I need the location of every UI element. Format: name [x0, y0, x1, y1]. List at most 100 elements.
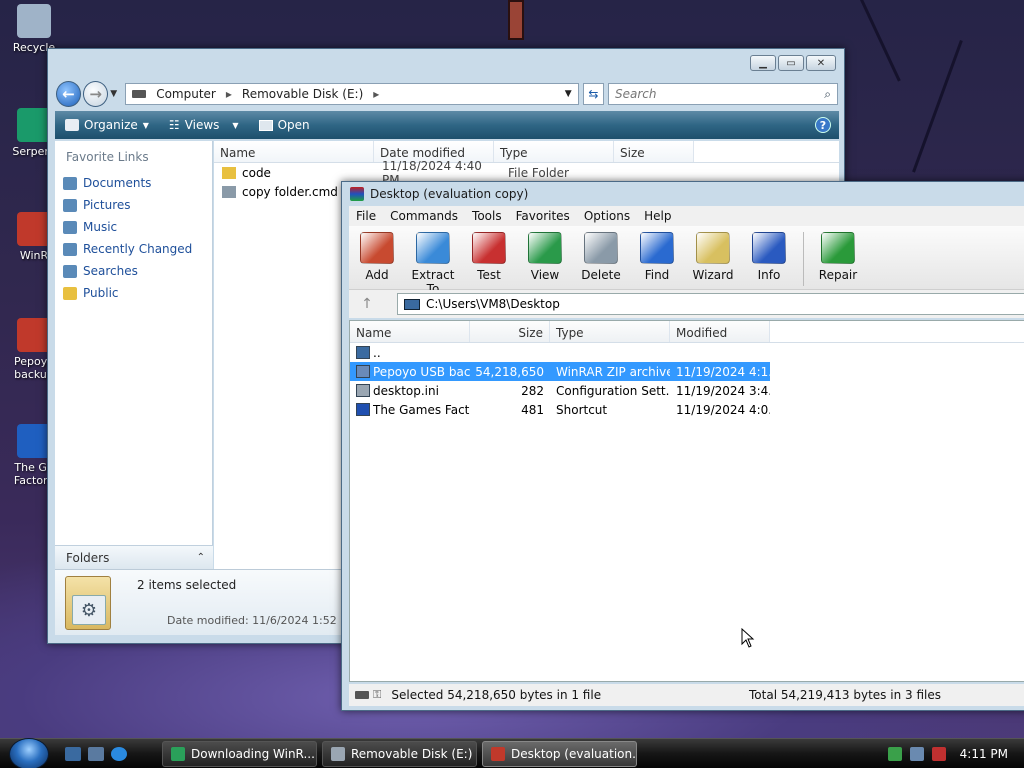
search-input[interactable]: Search ⌕ [607, 83, 838, 105]
path-input[interactable]: C:\Users\VM8\Desktop [397, 293, 1024, 315]
add-button[interactable]: Add [349, 232, 405, 282]
find-button[interactable]: Find [629, 232, 685, 282]
organize-button[interactable]: Organize ▼ [55, 118, 159, 132]
row-size: 54,218,650 [475, 364, 544, 379]
winrar-window[interactable]: Desktop (evaluation copy) File Commands To… [341, 181, 1024, 711]
row-type: Shortcut [556, 402, 608, 417]
favorite-link[interactable]: Music [63, 216, 212, 238]
help-icon[interactable]: ? [815, 117, 831, 133]
archive-row[interactable]: .. [350, 343, 1024, 362]
key-icon: ⚿ [373, 688, 382, 701]
taskbar-button[interactable]: Desktop (evaluation... [482, 741, 637, 767]
switch-windows-icon[interactable] [88, 747, 104, 761]
recent-pages-icon[interactable]: ▼ [110, 89, 117, 99]
open-button[interactable]: Open [249, 118, 320, 132]
minimize-button[interactable]: ▁ [750, 55, 776, 71]
views-button[interactable]: ☷ Views ▼ [159, 118, 249, 132]
archive-row[interactable]: The Games Fact... 481 Shortcut 11/19/2024 4… [350, 400, 1024, 419]
column-type[interactable]: Type [494, 141, 614, 162]
back-button[interactable]: ← [56, 81, 82, 107]
wallpaper-pole [508, 0, 524, 40]
refresh-button[interactable]: ⇆ [582, 83, 604, 105]
column-modified[interactable]: Modified [670, 321, 770, 342]
file-row[interactable]: code 11/18/2024 4:40 PM File Folder [214, 159, 839, 187]
toolbar: Add Extract To Test View Delete Find Wizard Inf… [349, 226, 1024, 296]
volume-muted-icon[interactable] [931, 747, 946, 761]
row-cells: desktop.ini 282 Configuration Sett... 11/19… [350, 381, 770, 400]
column-size[interactable]: Size [614, 141, 694, 162]
favorite-link[interactable]: Documents [63, 172, 212, 194]
menu-favorites[interactable]: Favorites [509, 209, 577, 223]
close-button[interactable]: ✕ [806, 55, 836, 71]
column-type[interactable]: Type [550, 321, 670, 342]
favorite-link[interactable]: Searches [63, 260, 212, 282]
desktop-icon[interactable]: Recycle [4, 4, 64, 54]
menu-help[interactable]: Help [637, 209, 678, 223]
status-bar: ⚿ Selected 54,218,650 bytes in 1 file To… [349, 684, 1024, 706]
show-desktop-icon[interactable] [65, 747, 81, 761]
taskbar-button[interactable]: Removable Disk (E:) [322, 741, 477, 767]
toolbar-separator [803, 232, 804, 286]
wizard-button[interactable]: Wizard [685, 232, 741, 282]
menu-commands[interactable]: Commands [383, 209, 465, 223]
breadcrumb-separator-icon[interactable]: ▸ [226, 87, 232, 101]
tool-label: View [530, 268, 560, 282]
column-size[interactable]: Size [470, 321, 550, 342]
file-icon [222, 166, 236, 179]
search-icon[interactable]: ⌕ [824, 87, 831, 102]
archive-rows: .. Pepoyo USB bac... 54,218,650 WinRAR ZIP … [350, 343, 1024, 419]
archive-row[interactable]: Pepoyo USB bac... 54,218,650 WinRAR ZIP ar… [350, 362, 1024, 381]
network-icon[interactable] [909, 747, 924, 761]
menu-file[interactable]: File [349, 209, 383, 223]
address-dropdown-icon[interactable]: ▼ [565, 89, 572, 99]
file-name: code [242, 165, 271, 180]
chevron-up-icon: ⌃ [196, 552, 205, 563]
folder-icon [63, 242, 77, 256]
file-icon [356, 403, 370, 416]
breadcrumb-drive[interactable]: Removable Disk (E:) [242, 87, 363, 101]
info-button[interactable]: Info [741, 232, 797, 282]
date-modified-detail: Date modified: 11/6/2024 1:52 PM [167, 614, 357, 627]
gear-file-icon: ⚙ [65, 576, 111, 630]
start-button[interactable] [9, 738, 49, 768]
address-bar[interactable]: Computer ▸ Removable Disk (E:) ▸ ▼ [125, 83, 579, 105]
favorite-link[interactable]: Recently Changed [63, 238, 212, 260]
up-arrow-icon[interactable]: ↑ [349, 296, 385, 312]
favorite-link[interactable]: Pictures [63, 194, 212, 216]
internet-explorer-icon[interactable] [111, 747, 127, 761]
breadcrumb-separator-icon[interactable]: ▸ [373, 87, 379, 101]
column-name[interactable]: Name [214, 141, 374, 162]
desktop-shortcut-icon [17, 108, 51, 142]
tool-label: Test [477, 268, 501, 282]
extract-to-button[interactable]: Extract To [405, 232, 461, 296]
clock[interactable]: 4:11 PM [960, 747, 1008, 761]
maximize-button[interactable]: ▭ [778, 55, 804, 71]
repair-icon [821, 232, 855, 264]
folders-toggle[interactable]: Folders ⌃ [55, 545, 213, 569]
tool-label: Wizard [692, 268, 734, 282]
taskbar-button-label: Downloading WinR... [191, 747, 315, 761]
delete-button[interactable]: Delete [573, 232, 629, 282]
view-button[interactable]: View [517, 232, 573, 282]
mouse-cursor-icon [741, 628, 755, 648]
favorite-link[interactable]: Public [63, 282, 212, 304]
archive-list-header: Name Size Type Modified [350, 321, 1024, 343]
menu-tools[interactable]: Tools [465, 209, 509, 223]
test-button[interactable]: Test [461, 232, 517, 282]
folders-label: Folders [66, 550, 110, 565]
forward-button[interactable]: → [83, 81, 109, 107]
taskbar-button[interactable]: Downloading WinR... [162, 741, 317, 767]
computer-icon [404, 298, 420, 310]
wizard-icon [696, 232, 730, 264]
tool-label: Delete [581, 268, 621, 282]
security-icon[interactable] [887, 747, 902, 761]
archive-row[interactable]: desktop.ini 282 Configuration Sett... 11/19… [350, 381, 1024, 400]
organize-icon [65, 119, 79, 131]
repair-button[interactable]: Repair [810, 232, 866, 282]
column-name[interactable]: Name [350, 321, 470, 342]
menu-options[interactable]: Options [577, 209, 637, 223]
row-size: 282 [521, 383, 544, 398]
file-type: File Folder [508, 165, 569, 180]
status-selected: Selected 54,218,650 bytes in 1 file [391, 688, 602, 702]
breadcrumb-computer[interactable]: Computer [156, 87, 216, 101]
